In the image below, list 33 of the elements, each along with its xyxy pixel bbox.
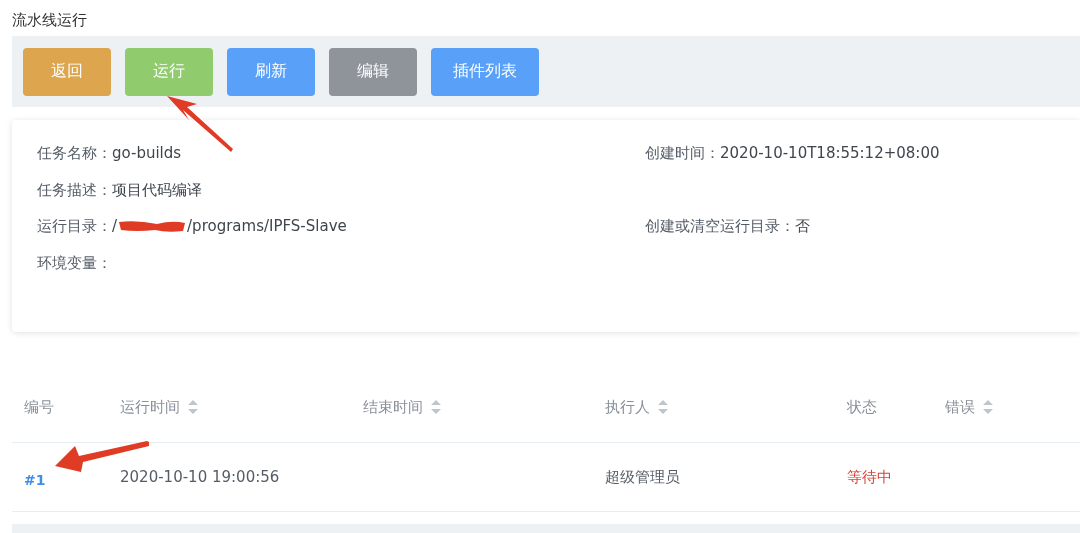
toolbar-button[interactable]: 返回 [23, 47, 111, 96]
field-value: /programs/IPFS-Slave [187, 217, 347, 235]
column-header: 错误 [945, 397, 975, 417]
toolbar-button[interactable]: 编辑 [329, 47, 417, 96]
run-link[interactable]: #1 [24, 466, 120, 488]
field-value: 项目代码编译 [112, 180, 202, 200]
toolbar-button[interactable]: 刷新 [227, 47, 315, 96]
field-label: 任务描述： [37, 180, 112, 200]
table-cell-text: 超级管理员 [605, 467, 681, 487]
toolbar-button[interactable]: 运行 [125, 47, 213, 96]
status-text: 等待中 [847, 467, 893, 487]
redaction-scribble [117, 218, 188, 234]
page-title: 流水线运行 [11, 10, 88, 31]
sort-icon[interactable] [431, 400, 441, 414]
column-header: 结束时间 [363, 397, 423, 417]
field-label: 创建或清空运行目录： [645, 217, 795, 236]
sort-icon[interactable] [983, 400, 993, 414]
field-label: 运行目录： [37, 217, 112, 236]
column-header: 编号 [24, 397, 54, 417]
table-cell-text: 2020-10-10 19:00:56 [120, 468, 281, 486]
sort-icon[interactable] [188, 400, 198, 414]
field-value: 2020-10-10T18:55:12+08:00 [720, 144, 940, 162]
field-label: 任务名称： [37, 144, 112, 163]
column-header: 运行时间 [120, 397, 180, 417]
field-value: 否 [795, 217, 810, 236]
field-value: go-builds [112, 144, 182, 162]
column-header: 状态 [847, 397, 877, 417]
field-label: 环境变量： [37, 253, 112, 273]
sort-icon[interactable] [658, 400, 668, 414]
field-label: 创建时间： [645, 144, 720, 163]
field-value: / [112, 217, 118, 235]
toolbar-button[interactable]: 插件列表 [431, 47, 539, 96]
column-header: 执行人 [605, 397, 650, 417]
